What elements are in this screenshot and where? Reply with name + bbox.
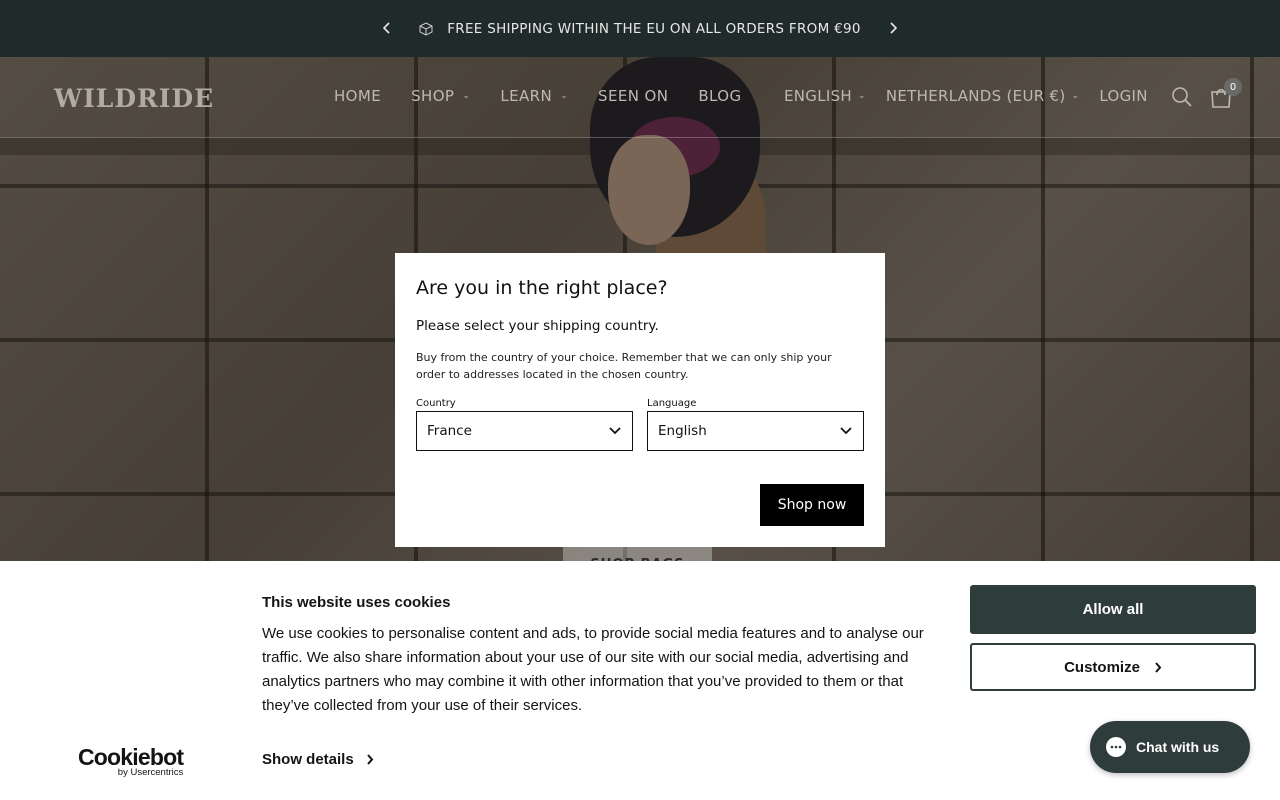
language-label: ENGLISH: [784, 87, 853, 105]
announcement-message: FREE SHIPPING WITHIN THE EU ON ALL ORDER…: [419, 21, 861, 37]
modal-fields: Country France Language English: [416, 398, 864, 451]
previous-announcement-button[interactable]: [378, 19, 396, 37]
chevron-down-icon: [609, 427, 621, 435]
country-selector-modal: Are you in the right place? Please selec…: [395, 253, 885, 547]
cart-count-badge: 0: [1224, 78, 1242, 96]
cookiebot-brand: Cookiebot: [78, 744, 184, 770]
nav-item-home[interactable]: HOME: [334, 87, 381, 105]
chevron-down-icon: [840, 427, 852, 435]
chevron-right-icon: [1155, 661, 1162, 673]
announcement-bar: FREE SHIPPING WITHIN THE EU ON ALL ORDER…: [0, 0, 1280, 57]
chat-bubble-icon: [1106, 737, 1126, 757]
chevron-down-icon: ⌄: [462, 91, 471, 101]
shop-now-button[interactable]: Shop now: [760, 484, 864, 526]
nav-item-blog[interactable]: BLOG: [698, 87, 741, 105]
country-field: Country France: [416, 398, 633, 451]
cookie-body: We use cookies to personalise content an…: [262, 625, 924, 714]
package-icon: [419, 21, 433, 36]
nav-label: HOME: [334, 87, 382, 105]
nav-label: BLOG: [698, 87, 742, 105]
model-face: [608, 135, 690, 245]
nav-label: LEARN: [500, 87, 553, 105]
cookie-banner: Cookiebot by Usercentrics This website u…: [0, 561, 1280, 800]
chevron-down-icon: ⌄: [858, 91, 866, 101]
site-logo[interactable]: WILDRIDE: [54, 84, 214, 113]
language-select[interactable]: English: [647, 411, 864, 451]
nav-item-seen-on[interactable]: SEEN ON: [598, 87, 668, 105]
chat-widget-button[interactable]: Chat with us: [1090, 721, 1250, 773]
login-link[interactable]: LOGIN: [1099, 87, 1147, 105]
allow-all-button[interactable]: Allow all: [970, 585, 1256, 634]
cookie-title: This website uses cookies: [262, 594, 451, 611]
show-details-label: Show details: [262, 751, 354, 768]
customize-button[interactable]: Customize: [970, 643, 1256, 691]
cookiebot-logo: Cookiebot by Usercentrics: [78, 744, 184, 778]
region-selector[interactable]: NETHERLANDS (EUR €) ⌄: [886, 87, 1080, 105]
chevron-left-icon: [382, 22, 390, 34]
language-selector[interactable]: ENGLISH ⌄: [784, 87, 866, 105]
region-label: NETHERLANDS (EUR €): [885, 87, 1066, 105]
country-label: Country: [416, 398, 456, 409]
nav-item-learn[interactable]: LEARN ⌄: [500, 87, 568, 105]
language-value: English: [658, 423, 707, 439]
show-details-button[interactable]: Show details: [262, 751, 374, 768]
site-header: WILDRIDE HOME SHOP ⌄ LEARN ⌄ SEEN ON BLOG …: [0, 57, 1280, 138]
main-nav: HOME SHOP ⌄ LEARN ⌄ SEEN ON BLOG: [334, 87, 771, 105]
chevron-right-icon: [890, 22, 898, 34]
language-field-label: Language: [647, 398, 697, 409]
modal-title: Are you in the right place?: [416, 277, 668, 299]
country-value: France: [427, 423, 472, 439]
chevron-right-icon: [366, 754, 374, 765]
chevron-down-icon: ⌄: [1071, 91, 1080, 101]
modal-subtitle: Please select your shipping country.: [416, 318, 659, 334]
header-utilities: ENGLISH ⌄ NETHERLANDS (EUR €) ⌄ LOGIN: [784, 87, 1168, 105]
announcement-text: FREE SHIPPING WITHIN THE EU ON ALL ORDER…: [447, 20, 861, 37]
country-select[interactable]: France: [416, 411, 633, 451]
next-announcement-button[interactable]: [884, 19, 902, 37]
chat-label: Chat with us: [1136, 739, 1220, 755]
language-field: Language English: [647, 398, 864, 451]
modal-description: Buy from the country of your choice. Rem…: [416, 351, 832, 381]
login-label: LOGIN: [1099, 87, 1148, 105]
customize-label: Customize: [1064, 658, 1140, 676]
nav-item-shop[interactable]: SHOP ⌄: [411, 87, 470, 105]
nav-label: SEEN ON: [598, 87, 669, 105]
chevron-down-icon: ⌄: [560, 91, 569, 101]
nav-label: SHOP: [411, 87, 455, 105]
search-icon[interactable]: [1171, 86, 1193, 108]
